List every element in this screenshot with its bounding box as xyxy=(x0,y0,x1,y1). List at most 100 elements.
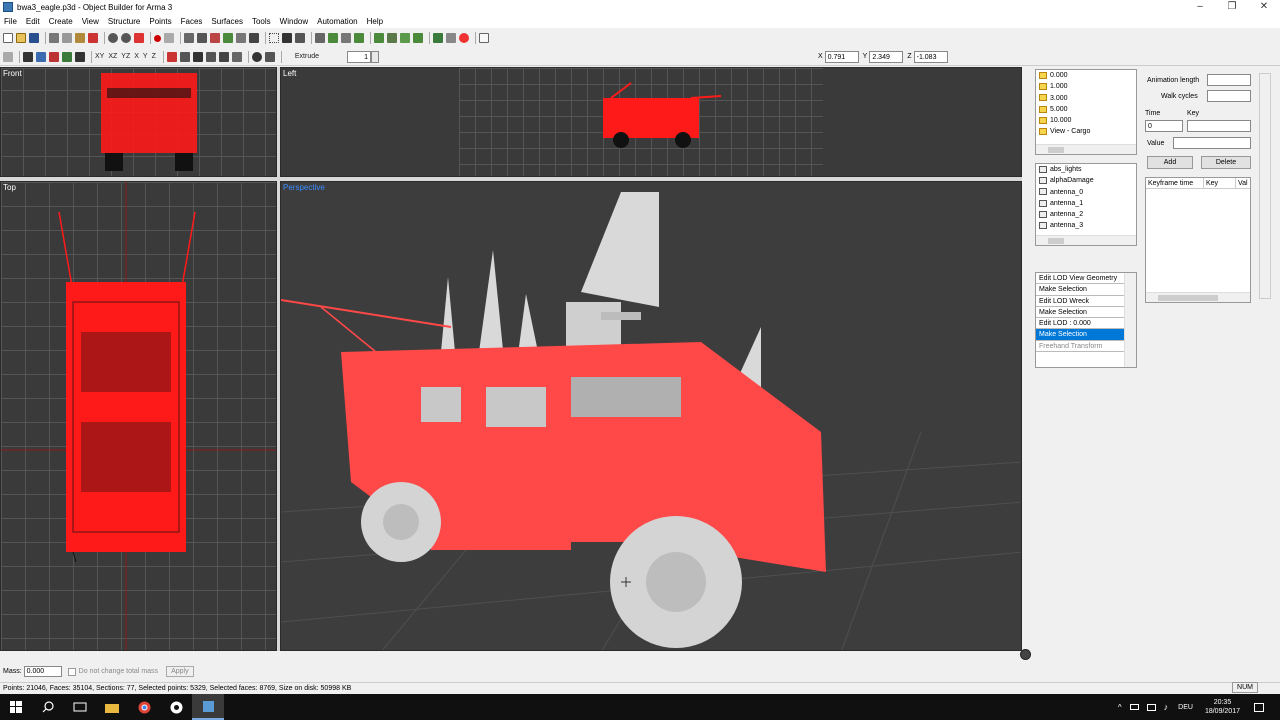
script-icon[interactable] xyxy=(134,33,144,43)
menu-structure[interactable]: Structure xyxy=(108,17,140,26)
object-builder-taskbar-icon[interactable] xyxy=(192,694,224,720)
target-icon[interactable] xyxy=(251,51,262,62)
grid-icon[interactable] xyxy=(264,51,275,62)
list-item[interactable]: 5.000 xyxy=(1036,104,1136,115)
box-icon[interactable] xyxy=(341,33,351,43)
lock-icon[interactable] xyxy=(3,51,13,62)
menu-help[interactable]: Help xyxy=(367,17,383,26)
delete-icon[interactable] xyxy=(88,33,98,43)
keyframe-table[interactable]: Keyframe time Key Val xyxy=(1145,177,1251,303)
scroll-thumb[interactable] xyxy=(1048,147,1064,153)
animation-panel-scrollbar[interactable] xyxy=(1259,73,1271,299)
front-viewport[interactable]: Front xyxy=(0,67,277,177)
terrain-icon[interactable] xyxy=(433,33,443,43)
lod-list[interactable]: 0.000 1.000 3.000 5.000 10.000 View - Ca… xyxy=(1035,69,1137,155)
scroll-thumb[interactable] xyxy=(1048,238,1064,244)
column-header[interactable]: Val xyxy=(1236,178,1250,188)
history-item[interactable]: Freehand Transform xyxy=(1036,341,1136,353)
menu-tools[interactable]: Tools xyxy=(252,17,271,26)
plane-icon[interactable] xyxy=(231,51,242,62)
edge-icon[interactable] xyxy=(36,51,46,62)
play-icon[interactable] xyxy=(164,33,174,43)
add-keyframe-button[interactable]: Add xyxy=(1147,156,1193,169)
minimize-button[interactable]: – xyxy=(1184,0,1216,14)
apply-mass-button[interactable]: Apply xyxy=(166,666,194,677)
copy-icon[interactable] xyxy=(62,33,72,43)
lasso-icon[interactable] xyxy=(269,33,279,43)
cross-icon[interactable] xyxy=(166,51,177,62)
network-icon[interactable] xyxy=(1146,703,1156,711)
column-header[interactable]: Keyframe time xyxy=(1146,178,1204,188)
mass-input[interactable]: 0.000 xyxy=(23,666,62,677)
face-mode-icon[interactable] xyxy=(295,33,305,43)
selection-scrollbar[interactable] xyxy=(1036,235,1136,245)
menu-create[interactable]: Create xyxy=(49,17,73,26)
triangulate-icon[interactable] xyxy=(387,33,397,43)
walk-cycles-input[interactable] xyxy=(1207,90,1251,102)
texture-icon[interactable] xyxy=(413,33,423,43)
scale-icon[interactable] xyxy=(223,33,233,43)
menu-file[interactable]: File xyxy=(4,17,17,26)
pan-icon[interactable] xyxy=(249,33,259,43)
green-mesh-icon[interactable] xyxy=(328,33,338,43)
uv-editor-icon[interactable] xyxy=(479,33,489,43)
list-item[interactable]: 0.000 xyxy=(1036,70,1136,81)
paste-icon[interactable] xyxy=(75,33,85,43)
history-item[interactable]: Edit LOD View Geometry xyxy=(1036,273,1136,285)
steam-icon[interactable] xyxy=(160,694,192,720)
menu-points[interactable]: Points xyxy=(149,17,171,26)
task-view-icon[interactable] xyxy=(64,694,96,720)
axis-xz-button[interactable]: XZ xyxy=(108,53,117,60)
history-scrollbar[interactable] xyxy=(1124,273,1136,367)
zoom-icon[interactable] xyxy=(236,33,246,43)
keep-mass-checkbox[interactable] xyxy=(67,667,76,676)
volume-icon[interactable]: ♪ xyxy=(1164,702,1169,712)
file-explorer-icon[interactable] xyxy=(96,694,128,720)
lights-icon[interactable] xyxy=(446,33,456,43)
chrome-icon[interactable] xyxy=(128,694,160,720)
column-header[interactable]: Key xyxy=(1204,178,1236,188)
cylinder-icon[interactable] xyxy=(218,51,229,62)
delete-keyframe-button[interactable]: Delete xyxy=(1201,156,1251,169)
list-item[interactable]: antenna_3 xyxy=(1036,220,1136,231)
axis-y-button[interactable]: Y xyxy=(143,53,148,60)
vertex-icon[interactable] xyxy=(23,51,33,62)
close-button[interactable]: ✕ xyxy=(1248,0,1280,14)
split-icon[interactable] xyxy=(75,51,85,62)
key-input[interactable] xyxy=(1187,120,1251,132)
z-coordinate-field[interactable]: -1.083 xyxy=(913,50,948,63)
history-item[interactable]: Make Selection xyxy=(1036,284,1136,296)
y-coordinate-field[interactable]: 2.349 xyxy=(869,50,904,63)
menu-faces[interactable]: Faces xyxy=(181,17,203,26)
maximize-button[interactable]: ❐ xyxy=(1216,0,1248,14)
input-language[interactable]: DEU xyxy=(1178,704,1193,711)
undo-icon[interactable] xyxy=(108,33,118,43)
list-item[interactable]: abs_lights xyxy=(1036,164,1136,175)
axis-x-button[interactable]: X xyxy=(134,53,139,60)
object-icon[interactable] xyxy=(315,33,325,43)
perspective-viewport[interactable]: Perspective xyxy=(280,181,1022,651)
windows-start-icon[interactable] xyxy=(0,694,32,720)
move-icon[interactable] xyxy=(197,33,207,43)
pin-icon[interactable] xyxy=(49,51,59,62)
undo-history-list[interactable]: Edit LOD View Geometry Make Selection Ed… xyxy=(1035,272,1137,368)
top-viewport[interactable]: Top xyxy=(0,181,277,651)
list-item[interactable]: antenna_2 xyxy=(1036,209,1136,220)
axis-xy-button[interactable]: XY xyxy=(95,53,104,60)
merge-icon[interactable] xyxy=(62,51,72,62)
search-icon[interactable] xyxy=(32,694,64,720)
list-item[interactable]: alphaDamage xyxy=(1036,175,1136,186)
clock[interactable]: 20:35 18/09/2017 xyxy=(1205,698,1240,716)
time-input[interactable]: 0 xyxy=(1145,120,1183,132)
list-item[interactable]: antenna_1 xyxy=(1036,198,1136,209)
animation-length-input[interactable] xyxy=(1207,74,1251,86)
history-item-active[interactable]: Make Selection xyxy=(1036,329,1136,341)
select-icon[interactable] xyxy=(184,33,194,43)
sphere-icon[interactable] xyxy=(354,33,364,43)
lod-scrollbar[interactable] xyxy=(1036,144,1136,154)
selection-list[interactable]: abs_lights alphaDamage antenna_0 antenna… xyxy=(1035,163,1137,246)
history-item[interactable]: Edit LOD Wreck xyxy=(1036,296,1136,307)
extrude-input[interactable]: 1 xyxy=(347,50,371,63)
keyframe-scrollbar[interactable] xyxy=(1146,292,1250,302)
scroll-thumb[interactable] xyxy=(1158,295,1218,301)
